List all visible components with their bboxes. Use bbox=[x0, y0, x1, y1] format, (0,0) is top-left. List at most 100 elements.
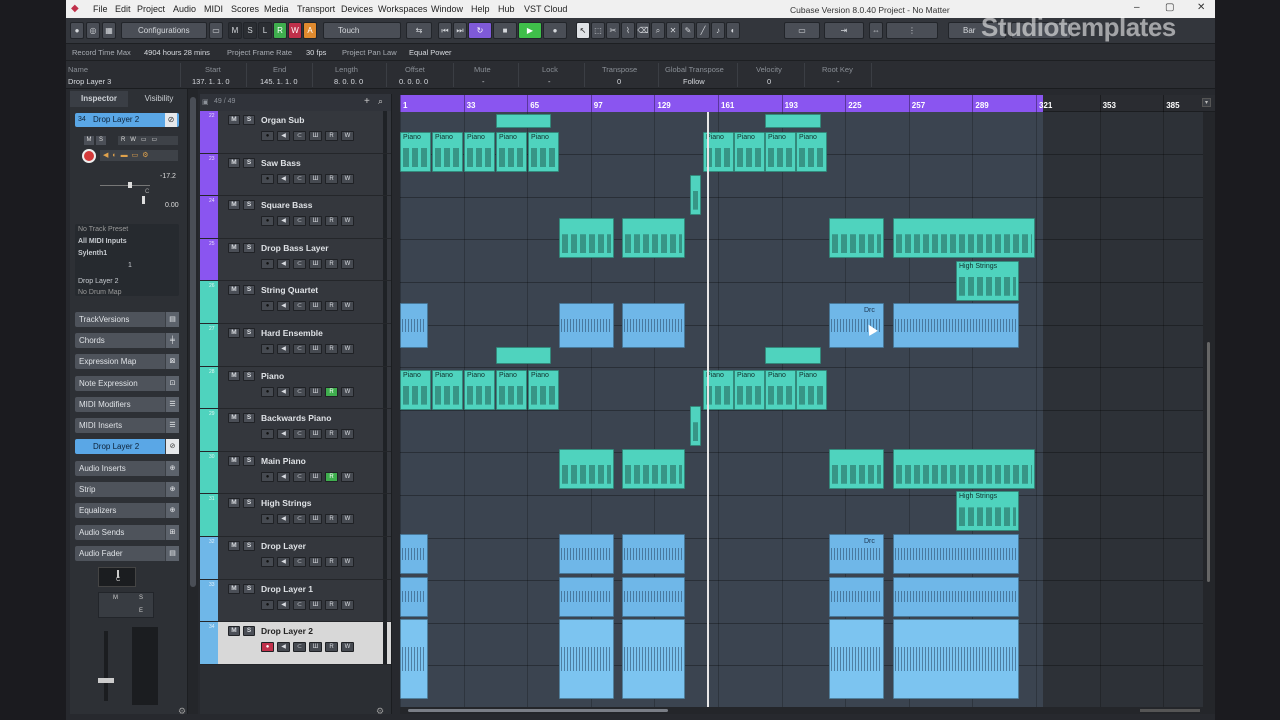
track-write-button[interactable]: W bbox=[341, 344, 354, 354]
audio-event[interactable] bbox=[622, 534, 685, 574]
midi-part[interactable] bbox=[690, 174, 701, 215]
track-record-button[interactable]: ● bbox=[261, 386, 274, 397]
zoom-slider[interactable] bbox=[1140, 709, 1200, 712]
menu-help[interactable]: Help bbox=[471, 4, 490, 14]
go-to-start-button[interactable]: ⏮ bbox=[438, 22, 452, 39]
inspector-volume-value[interactable]: -17.2 bbox=[160, 173, 176, 180]
track-read-button[interactable]: R bbox=[325, 131, 338, 141]
mute-all-button[interactable]: M bbox=[228, 22, 242, 39]
menu-media[interactable]: Media bbox=[264, 4, 289, 14]
track-color-bar[interactable]: 27 bbox=[200, 324, 218, 366]
info-mute-value[interactable]: - bbox=[482, 77, 485, 86]
track-record-button[interactable]: ● bbox=[261, 471, 274, 482]
track-row[interactable]: 24 M S Square Bass ● ◀ ⊂ Ш R W bbox=[200, 196, 391, 239]
close-button[interactable]: ✕ bbox=[1197, 2, 1205, 13]
instrument-name-field[interactable]: Drop Layer 2 bbox=[78, 278, 118, 285]
track-monitor-button[interactable]: ◀ bbox=[277, 344, 290, 354]
midi-part[interactable]: Piano bbox=[796, 369, 827, 410]
track-lanes-button[interactable]: ⊂ bbox=[293, 557, 306, 567]
track-name[interactable]: String Quartet bbox=[261, 285, 318, 295]
track-row[interactable]: 31 M S High Strings ● ◀ ⊂ Ш R W bbox=[200, 494, 391, 537]
audio-event[interactable] bbox=[559, 576, 614, 617]
draw-tool-icon[interactable]: ✎ bbox=[681, 22, 695, 39]
track-monitor-button[interactable]: ◀ bbox=[277, 173, 290, 184]
track-edit-button[interactable]: Ш bbox=[309, 429, 322, 440]
inspector-track-header[interactable]: 34 Drop Layer 2 ⊘ bbox=[75, 113, 179, 127]
track-edit-button[interactable]: Ш bbox=[309, 386, 322, 397]
midi-part[interactable]: Piano bbox=[400, 132, 431, 172]
track-write-button[interactable]: W bbox=[341, 471, 354, 482]
zoom-tool-icon[interactable]: ⌕ bbox=[651, 22, 665, 39]
track-read-button[interactable]: R bbox=[325, 173, 338, 184]
cycle-button[interactable]: ↻ bbox=[468, 22, 492, 39]
track-name[interactable]: Piano bbox=[261, 371, 284, 381]
track-edit-button[interactable]: Ш bbox=[309, 258, 322, 269]
track-name[interactable]: Organ Sub bbox=[261, 115, 304, 125]
stop-button[interactable]: ■ bbox=[493, 22, 517, 39]
audio-event[interactable] bbox=[400, 576, 428, 617]
track-mute-button[interactable]: M bbox=[228, 115, 240, 125]
track-write-button[interactable]: W bbox=[341, 599, 354, 610]
track-solo-button[interactable]: S bbox=[243, 413, 255, 424]
track-mute-button[interactable]: M bbox=[228, 370, 240, 381]
track-solo-button[interactable]: S bbox=[243, 200, 255, 211]
mute-tool-icon[interactable]: ✕ bbox=[666, 22, 680, 39]
midi-part[interactable]: Piano bbox=[765, 132, 796, 172]
track-solo-button[interactable]: S bbox=[243, 157, 255, 168]
grid-icon[interactable]: ▦ bbox=[102, 22, 116, 39]
range-tool-icon[interactable]: ⬚ bbox=[591, 22, 605, 39]
track-write-button[interactable]: W bbox=[341, 557, 354, 567]
track-list-options-icon[interactable]: ▣ bbox=[202, 98, 209, 106]
track-name[interactable]: Drop Layer 1 bbox=[261, 584, 313, 594]
menu-workspaces[interactable]: Workspaces bbox=[378, 4, 427, 14]
track-mute-button[interactable]: M bbox=[228, 455, 240, 466]
midi-part[interactable] bbox=[559, 448, 614, 489]
section-instrument[interactable]: Drop Layer 2 ⊘ bbox=[75, 439, 179, 454]
auto-scroll-button[interactable]: ⇔ bbox=[869, 22, 883, 39]
track-lanes-button[interactable]: ⊂ bbox=[293, 344, 306, 354]
midi-part[interactable] bbox=[765, 347, 821, 364]
track-edit-button[interactable]: Ш bbox=[309, 131, 322, 141]
info-name-value[interactable]: Drop Layer 3 bbox=[68, 77, 111, 86]
audio-event[interactable]: Drc bbox=[829, 303, 884, 349]
track-record-button[interactable]: ● bbox=[261, 557, 274, 567]
tab-visibility[interactable]: Visibility bbox=[130, 91, 188, 107]
info-velocity-value[interactable]: 0 bbox=[767, 77, 771, 86]
go-to-end-button[interactable]: ⏭ bbox=[453, 22, 467, 39]
pan-slider-handle[interactable] bbox=[142, 196, 145, 204]
audio-event[interactable] bbox=[622, 576, 685, 617]
track-row[interactable]: 22 M S Organ Sub ● ◀ ⊂ Ш R W bbox=[200, 111, 391, 154]
track-read-button[interactable]: R bbox=[325, 471, 338, 482]
track-mute-button[interactable]: M bbox=[228, 200, 240, 211]
midi-part[interactable] bbox=[496, 114, 551, 128]
fader-mute-button[interactable]: M bbox=[113, 595, 118, 601]
track-solo-button[interactable]: S bbox=[243, 498, 255, 509]
automation-mode-a-button[interactable]: A bbox=[303, 22, 317, 39]
track-solo-button[interactable]: S bbox=[243, 370, 255, 381]
write-automation-button[interactable]: W bbox=[288, 22, 302, 39]
glue-tool-icon[interactable]: ⌇ bbox=[621, 22, 635, 39]
info-end-value[interactable]: 145. 1. 1. 0 bbox=[260, 77, 298, 86]
track-lanes-button[interactable]: ⊂ bbox=[293, 514, 306, 525]
track-mute-button[interactable]: M bbox=[228, 157, 240, 168]
info-transpose-value[interactable]: 0 bbox=[617, 77, 621, 86]
track-solo-button[interactable]: S bbox=[243, 285, 255, 296]
track-write-button[interactable]: W bbox=[341, 386, 354, 397]
track-row[interactable]: 33 M S Drop Layer 1 ● ◀ ⊂ Ш R W bbox=[200, 579, 391, 623]
menu-edit[interactable]: Edit bbox=[115, 4, 131, 14]
track-color-bar[interactable]: 30 bbox=[200, 451, 218, 494]
audio-event[interactable] bbox=[559, 619, 614, 700]
nudge-button[interactable]: ⇆ bbox=[406, 22, 432, 39]
midi-part[interactable] bbox=[690, 406, 701, 447]
inspector-rw-buttons[interactable]: RW▭▭ bbox=[118, 136, 178, 145]
track-lanes-button[interactable]: ⊂ bbox=[293, 642, 306, 653]
midi-part[interactable]: Piano bbox=[400, 369, 431, 410]
track-color-bar[interactable]: 25 bbox=[200, 238, 218, 281]
midi-part[interactable]: Piano bbox=[765, 369, 796, 410]
section-audio-sends[interactable]: Audio Sends ⊞ bbox=[75, 525, 179, 540]
menu-file[interactable]: File bbox=[93, 4, 108, 14]
track-mute-button[interactable]: M bbox=[228, 242, 240, 253]
track-color-bar[interactable]: 32 bbox=[200, 537, 218, 579]
fader-pan-box[interactable]: C bbox=[98, 567, 136, 587]
midi-part[interactable] bbox=[496, 347, 551, 364]
